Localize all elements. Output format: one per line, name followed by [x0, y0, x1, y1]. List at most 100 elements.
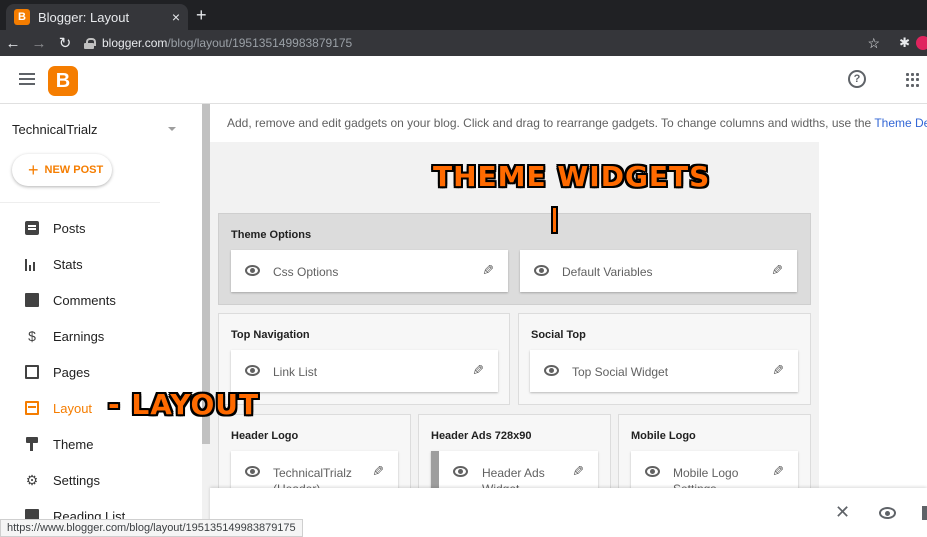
- back-icon[interactable]: ←: [0, 35, 26, 52]
- blog-name: TechnicalTrialz: [12, 122, 98, 137]
- eye-icon[interactable]: [453, 466, 468, 477]
- theme-icon: [25, 437, 39, 451]
- overlay-theme-widgets: THEME WIDGETS: [433, 160, 711, 193]
- sidebar-item-earnings[interactable]: $ Earnings: [0, 318, 200, 354]
- pencil-edit-icon[interactable]: ✎: [570, 463, 584, 479]
- address-bar: ← → ↻ blogger.com/blog/layout/1951351499…: [0, 30, 927, 56]
- section-title: Header Logo: [231, 430, 299, 442]
- save-icon[interactable]: [922, 506, 927, 520]
- app-header: B ?: [0, 56, 927, 104]
- section-mobile-logo: Mobile Logo Mobile Logo Settings ✎: [618, 414, 811, 488]
- theme-designer-link[interactable]: Theme Des: [874, 116, 927, 130]
- sidebar-item-posts[interactable]: Posts: [0, 210, 200, 246]
- gadget-name: Mobile Logo Settings: [673, 466, 739, 488]
- layout-description: Add, remove and edit gadgets on your blo…: [227, 116, 927, 130]
- gadget-css-options[interactable]: Css Options ✎: [231, 250, 508, 292]
- comments-icon: [25, 293, 39, 307]
- section-title: Header Ads 728x90: [431, 430, 532, 442]
- sidebar-item-label: Stats: [53, 256, 83, 272]
- sidebar-divider: [0, 202, 160, 203]
- section-social-top: Social Top Top Social Widget ✎: [518, 313, 811, 405]
- sidebar-item-pages[interactable]: Pages: [0, 354, 200, 390]
- tab-close-icon[interactable]: ×: [172, 9, 180, 25]
- profile-avatar[interactable]: [916, 36, 927, 50]
- forward-icon[interactable]: →: [26, 35, 52, 52]
- stats-icon: [25, 257, 39, 271]
- sidebar-item-label: Earnings: [53, 328, 105, 344]
- extensions-puzzle-icon[interactable]: ✱: [899, 35, 910, 51]
- url-host: blogger.com: [102, 36, 168, 50]
- eye-icon[interactable]: [544, 365, 559, 376]
- plus-icon: +: [28, 159, 39, 180]
- gadget-header[interactable]: TechnicalTrialz (Header) ✎: [231, 451, 398, 488]
- eye-icon[interactable]: [245, 265, 260, 276]
- settings-icon: ⚙: [25, 472, 39, 488]
- sidebar-item-label: Comments: [53, 292, 116, 308]
- eye-icon[interactable]: [245, 365, 260, 376]
- sidebar-item-label: Pages: [53, 364, 90, 380]
- section-title: Mobile Logo: [631, 430, 696, 442]
- reload-icon[interactable]: ↻: [52, 34, 78, 52]
- sidebar-item-label: Posts: [53, 220, 86, 236]
- gadget-mobile-logo-settings[interactable]: Mobile Logo Settings ✎: [631, 451, 798, 488]
- eye-icon[interactable]: [645, 466, 660, 477]
- layout-canvas: Theme Options Css Options ✎ Default Vari…: [210, 142, 819, 488]
- sidebar: TechnicalTrialz + NEW POST Posts Stats C…: [0, 104, 202, 537]
- section-header-logo: Header Logo TechnicalTrialz (Header) ✎: [218, 414, 411, 488]
- eye-icon[interactable]: [534, 265, 549, 276]
- help-icon[interactable]: ?: [848, 70, 866, 88]
- pencil-edit-icon[interactable]: ✎: [480, 262, 494, 278]
- pencil-edit-icon[interactable]: ✎: [370, 463, 384, 479]
- section-title: Theme Options: [231, 229, 312, 241]
- close-icon[interactable]: ✕: [835, 502, 850, 523]
- bottom-action-bar: ✕: [210, 488, 927, 537]
- new-tab-button[interactable]: +: [196, 4, 207, 26]
- earnings-icon: $: [28, 328, 36, 344]
- pencil-edit-icon[interactable]: ✎: [770, 362, 784, 378]
- pencil-edit-icon[interactable]: ✎: [470, 362, 484, 378]
- gadget-name: TechnicalTrialz (Header): [273, 466, 352, 488]
- lock-icon: [84, 37, 96, 49]
- browser-tab[interactable]: B Blogger: Layout ×: [6, 4, 188, 30]
- url-path: /blog/layout/195135149983879175: [167, 36, 353, 50]
- pencil-edit-icon[interactable]: ✎: [770, 463, 784, 479]
- pages-icon: [25, 365, 39, 379]
- url-field[interactable]: blogger.com/blog/layout/1951351499838791…: [84, 32, 927, 54]
- drag-handle[interactable]: [431, 451, 439, 488]
- chevron-down-icon: [168, 127, 176, 131]
- sidebar-item-label: Layout: [53, 400, 93, 416]
- sidebar-item-label: Theme: [53, 436, 94, 452]
- bookmark-star-icon[interactable]: ☆: [867, 35, 880, 52]
- sidebar-item-theme[interactable]: Theme: [0, 426, 200, 462]
- section-header-ads: Header Ads 728x90 Header Ads Widget ✎: [418, 414, 611, 488]
- blogger-logo[interactable]: B: [48, 66, 78, 96]
- blog-selector[interactable]: TechnicalTrialz: [12, 122, 192, 142]
- browser-tab-bar: B Blogger: Layout × +: [0, 0, 927, 30]
- gadget-link-list[interactable]: Link List ✎: [231, 350, 498, 392]
- apps-grid-icon[interactable]: [906, 73, 920, 87]
- layout-icon: [25, 401, 39, 415]
- section-title: Social Top: [531, 329, 586, 341]
- new-post-label: NEW POST: [44, 164, 104, 176]
- gadget-name: Css Options: [273, 265, 339, 279]
- sidebar-item-settings[interactable]: ⚙ Settings: [0, 462, 200, 498]
- gadget-name: Header Ads Widget: [482, 466, 545, 488]
- tab-title: Blogger: Layout: [38, 9, 130, 25]
- eye-icon[interactable]: [245, 466, 260, 477]
- gadget-top-social-widget[interactable]: Top Social Widget ✎: [530, 350, 798, 392]
- new-post-button[interactable]: + NEW POST: [12, 154, 112, 186]
- overlay-pointer: [551, 206, 558, 234]
- status-url: https://www.blogger.com/blog/layout/1951…: [0, 519, 303, 537]
- hamburger-menu-icon[interactable]: [19, 73, 35, 85]
- section-theme-options: Theme Options Css Options ✎ Default Vari…: [218, 213, 811, 305]
- preview-eye-icon[interactable]: [879, 507, 896, 519]
- gadget-default-variables[interactable]: Default Variables ✎: [520, 250, 797, 292]
- sidebar-item-comments[interactable]: Comments: [0, 282, 200, 318]
- pencil-edit-icon[interactable]: ✎: [769, 262, 783, 278]
- blogger-favicon-icon: B: [14, 9, 30, 25]
- gadget-header-ads-widget[interactable]: Header Ads Widget ✎: [431, 451, 598, 488]
- gadget-name: Top Social Widget: [572, 365, 669, 379]
- posts-icon: [25, 221, 39, 235]
- sidebar-item-stats[interactable]: Stats: [0, 246, 200, 282]
- gadget-name: Link List: [273, 365, 318, 379]
